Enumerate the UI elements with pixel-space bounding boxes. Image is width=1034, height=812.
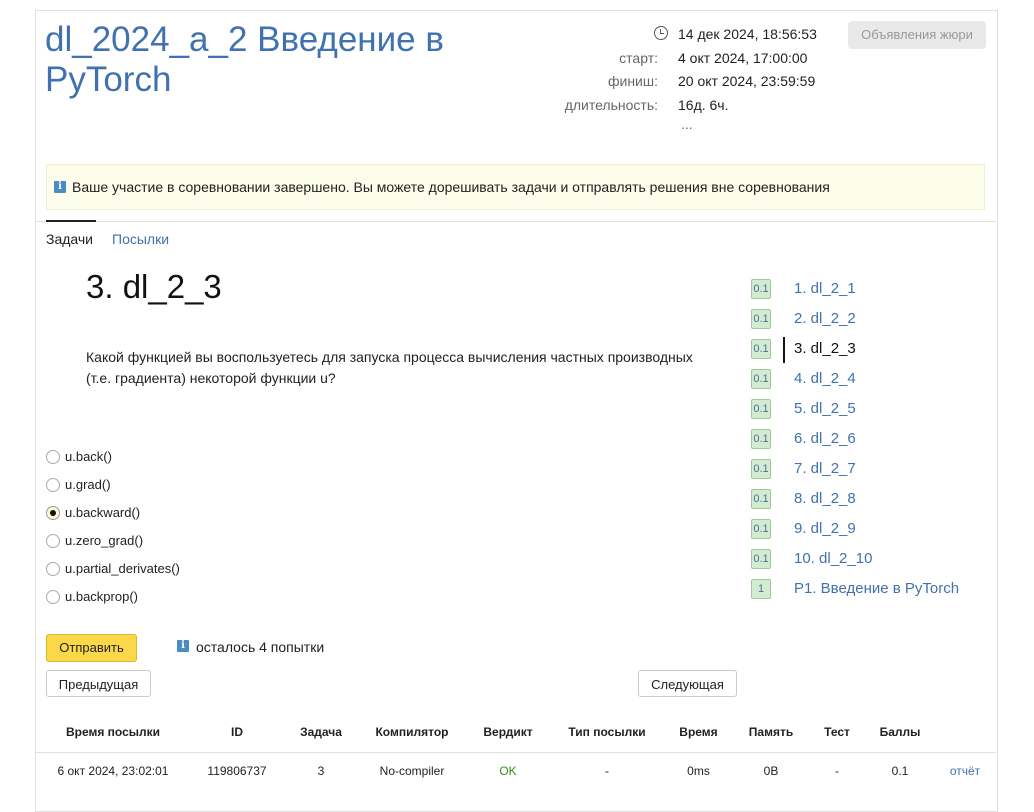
radio-button[interactable] [46,534,60,548]
active-tab-indicator [46,220,96,222]
cell-score: 0.1 [891,764,909,778]
cell-submit-time: 6 окт 2024, 23:02:01 [57,764,169,778]
radio-button[interactable] [46,478,60,492]
problem-link[interactable]: 4. dl_2_4 [794,370,856,387]
contest-title: dl_2024_a_2 Введение в PyTorch [45,20,444,99]
score-badge: 0.1 [751,339,771,359]
column-header-time: Время [679,725,718,739]
tab-tasks[interactable]: Задачи [46,231,93,247]
cell-memory: 0B [763,764,779,778]
column-header-score: Баллы [879,725,921,739]
column-header-memory: Память [748,725,794,739]
option-label[interactable]: u.back() [65,449,112,464]
problem-link[interactable]: 2. dl_2_2 [794,310,856,327]
score-badge: 0.1 [751,399,771,419]
jury-announcements-button[interactable]: Объявления жюри [848,21,986,49]
info-icon: i [54,181,66,193]
radio-button[interactable] [46,450,60,464]
duration-value: 16д. 6ч. [678,97,729,113]
start-value: 4 окт 2024, 17:00:00 [678,50,808,66]
option-label[interactable]: u.zero_grad() [65,533,143,548]
problem-title: 3. dl_2_3 [86,268,222,305]
cell-compiler: No-compiler [379,764,445,778]
current-problem-indicator [783,337,785,363]
more-info-link[interactable]: ... [681,116,693,132]
start-label: старт: [619,50,658,66]
radio-button-checked[interactable] [46,506,60,520]
score-badge: 1 [751,579,771,599]
problem-link[interactable]: 9. dl_2_9 [794,520,856,537]
finish-row: финиш: 20 окт 2024, 23:59:59 [520,73,820,93]
cell-type: - [605,764,609,778]
column-header-submit-time: Время посылки [65,725,161,739]
problem-link[interactable]: 1. dl_2_1 [794,280,856,297]
option-label[interactable]: u.grad() [65,477,111,492]
cell-id: 119806737 [207,764,267,778]
column-header-id: ID [231,725,243,739]
contest-finished-alert: i Ваше участие в соревновании завершено.… [46,164,985,210]
table-row-separator [35,752,996,753]
option-label[interactable]: u.backward() [65,505,140,520]
column-header-test: Тест [824,725,850,739]
finish-value: 20 окт 2024, 23:59:59 [678,73,816,89]
report-link[interactable]: отчёт [944,764,986,778]
problem-link[interactable]: 6. dl_2_6 [794,430,856,447]
cell-run-time: 0ms [687,764,710,778]
problem-link[interactable]: 7. dl_2_7 [794,460,856,477]
problem-link[interactable]: 5. dl_2_5 [794,400,856,417]
score-badge: 0.1 [751,369,771,389]
submit-button[interactable]: Отправить [46,634,137,662]
score-badge: 0.1 [751,309,771,329]
radio-button[interactable] [46,562,60,576]
next-problem-button[interactable]: Следующая [638,670,737,697]
column-header-type: Тип посылки [568,725,646,739]
cell-verdict: OK [499,764,517,778]
start-row: старт: 4 окт 2024, 17:00:00 [520,50,820,70]
column-header-compiler: Компилятор [375,725,449,739]
problem-question: Какой функцией вы воспользуетесь для зап… [86,349,693,386]
score-badge: 0.1 [751,459,771,479]
alert-text: Ваше участие в соревновании завершено. В… [72,179,830,195]
column-header-verdict: Вердикт [483,725,533,739]
tabs-divider [35,221,996,222]
option-label[interactable]: u.backprop() [65,589,138,604]
attempts-remaining: осталось 4 попытки [196,639,325,655]
problem-link[interactable]: 10. dl_2_10 [794,550,872,567]
score-badge: 0.1 [751,549,771,569]
problem-link[interactable]: P1. Введение в PyTorch [794,580,959,597]
problem-link[interactable]: 3. dl_2_3 [794,340,856,357]
duration-row: длительность: 16д. 6ч. [520,97,820,117]
option-label[interactable]: u.partial_derivates() [65,561,180,576]
score-badge: 0.1 [751,429,771,449]
score-badge: 0.1 [751,519,771,539]
radio-button[interactable] [46,590,60,604]
previous-problem-button[interactable]: Предыдущая [46,670,151,697]
cell-task: 3 [317,764,325,778]
finish-label: финиш: [607,73,658,89]
score-badge: 0.1 [751,279,771,299]
cell-test: - [835,764,839,778]
clock-icon [654,26,668,40]
column-header-task: Задача [300,725,342,739]
info-icon: i [177,640,189,652]
current-time: 14 дек 2024, 18:56:53 [678,26,817,42]
problem-link[interactable]: 8. dl_2_8 [794,490,856,507]
tab-submissions[interactable]: Посылки [112,231,169,247]
duration-label: длительность: [564,97,658,113]
score-badge: 0.1 [751,489,771,509]
